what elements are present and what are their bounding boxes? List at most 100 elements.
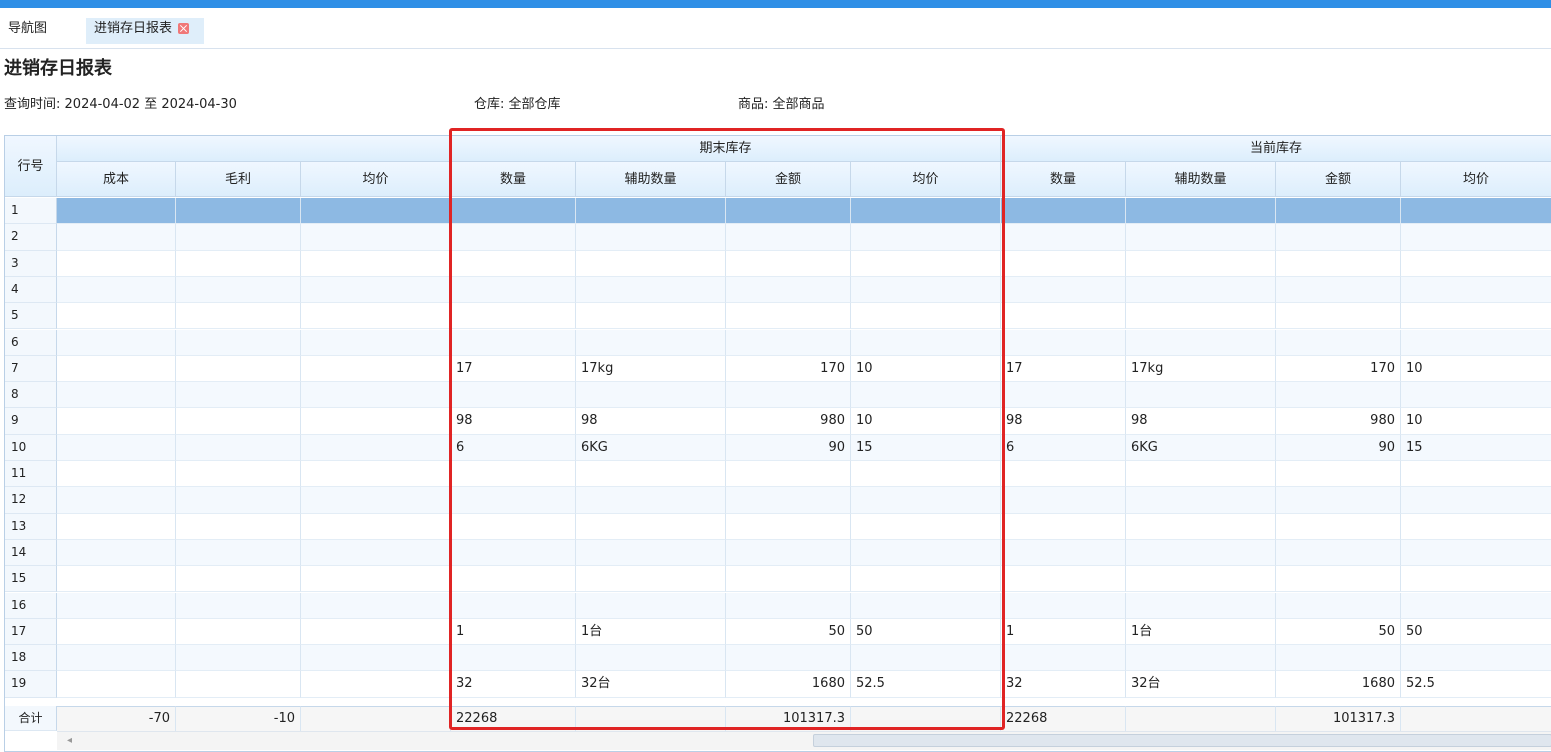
table-cell[interactable] xyxy=(1126,224,1276,251)
table-cell[interactable] xyxy=(576,513,726,540)
table-cell[interactable] xyxy=(301,329,451,356)
table-cell[interactable] xyxy=(1001,198,1126,225)
table-cell[interactable] xyxy=(451,329,576,356)
table-cell[interactable] xyxy=(851,276,1001,304)
column-header[interactable]: 毛利 xyxy=(176,162,301,197)
table-cell[interactable] xyxy=(176,671,301,698)
table-cell[interactable] xyxy=(301,250,451,277)
table-cell[interactable]: 98 xyxy=(576,408,726,435)
column-header[interactable]: 金额 xyxy=(726,162,851,197)
table-cell[interactable] xyxy=(451,645,576,672)
table-cell[interactable] xyxy=(1401,645,1551,672)
table-cell[interactable] xyxy=(576,224,726,251)
table-cell[interactable] xyxy=(1276,224,1401,251)
table-cell[interactable] xyxy=(57,461,176,488)
table-cell[interactable] xyxy=(1126,539,1276,567)
table-cell[interactable] xyxy=(1401,198,1551,225)
table-cell[interactable] xyxy=(576,645,726,672)
table-cell[interactable] xyxy=(1001,382,1126,409)
table-cell[interactable] xyxy=(57,671,176,698)
table-cell[interactable] xyxy=(57,566,176,593)
table-cell[interactable] xyxy=(1401,566,1551,593)
table-cell[interactable] xyxy=(576,250,726,277)
table-cell[interactable]: 980 xyxy=(726,408,851,435)
table-cell[interactable]: 32台 xyxy=(576,671,726,698)
table-cell[interactable] xyxy=(57,329,176,356)
table-cell[interactable] xyxy=(851,224,1001,251)
table-cell[interactable] xyxy=(1401,382,1551,409)
table-cell[interactable] xyxy=(851,487,1001,514)
table-cell[interactable] xyxy=(1001,645,1126,672)
table-cell[interactable]: 10 xyxy=(851,355,1001,383)
table-cell[interactable] xyxy=(851,566,1001,593)
table-cell[interactable] xyxy=(1001,276,1126,304)
table-cell[interactable]: 50 xyxy=(1401,619,1551,646)
table-cell[interactable] xyxy=(176,408,301,435)
table-cell[interactable] xyxy=(301,566,451,593)
table-cell[interactable] xyxy=(851,645,1001,672)
table-cell[interactable] xyxy=(301,355,451,383)
table-cell[interactable] xyxy=(451,382,576,409)
table-cell[interactable] xyxy=(576,487,726,514)
table-cell[interactable] xyxy=(451,592,576,619)
table-cell[interactable] xyxy=(576,198,726,225)
table-cell[interactable] xyxy=(1276,329,1401,356)
table-cell[interactable] xyxy=(1276,592,1401,619)
table-cell[interactable] xyxy=(301,434,451,461)
table-cell[interactable] xyxy=(1001,592,1126,619)
table-cell[interactable]: 6KG xyxy=(1126,434,1276,461)
table-cell[interactable] xyxy=(726,566,851,593)
table-cell[interactable] xyxy=(726,303,851,330)
table-cell[interactable] xyxy=(1401,276,1551,304)
table-cell[interactable]: 6 xyxy=(1001,434,1126,461)
table-cell[interactable] xyxy=(851,461,1001,488)
table-cell[interactable] xyxy=(301,618,451,646)
column-header[interactable]: 均价 xyxy=(1401,162,1551,197)
table-cell[interactable] xyxy=(726,461,851,488)
column-header[interactable]: 均价 xyxy=(301,162,451,197)
table-cell[interactable] xyxy=(176,592,301,619)
table-cell[interactable] xyxy=(1001,303,1126,330)
table-cell[interactable]: 32 xyxy=(451,671,576,698)
table-cell[interactable] xyxy=(301,513,451,540)
table-cell[interactable] xyxy=(576,382,726,409)
table-cell[interactable] xyxy=(726,198,851,225)
table-cell[interactable] xyxy=(1401,461,1551,488)
table-cell[interactable] xyxy=(851,303,1001,330)
table-cell[interactable] xyxy=(57,408,176,435)
table-cell[interactable]: 170 xyxy=(726,355,851,383)
table-cell[interactable]: 6KG xyxy=(576,434,726,461)
table-cell[interactable] xyxy=(1126,487,1276,514)
table-cell[interactable]: 1 xyxy=(451,618,576,646)
table-cell[interactable]: 17 xyxy=(1001,355,1126,383)
column-header[interactable]: 成本 xyxy=(57,162,176,197)
table-cell[interactable] xyxy=(301,276,451,304)
table-cell[interactable] xyxy=(301,487,451,514)
table-cell[interactable]: 98 xyxy=(1001,408,1126,435)
table-cell[interactable] xyxy=(176,513,301,540)
table-cell[interactable] xyxy=(576,276,726,304)
table-cell[interactable] xyxy=(1001,513,1126,540)
table-cell[interactable] xyxy=(57,645,176,672)
table-cell[interactable]: 1680 xyxy=(1276,671,1401,698)
table-cell[interactable] xyxy=(57,198,176,225)
table-cell[interactable] xyxy=(1126,566,1276,593)
table-cell[interactable] xyxy=(1276,461,1401,488)
table-cell[interactable] xyxy=(1401,514,1551,540)
table-cell[interactable]: 15 xyxy=(851,434,1001,461)
column-header[interactable]: 数量 xyxy=(1001,162,1126,197)
table-cell[interactable]: 50 xyxy=(851,618,1001,646)
table-cell[interactable] xyxy=(176,198,301,225)
table-cell[interactable]: 17kg xyxy=(1126,355,1276,383)
table-cell[interactable] xyxy=(301,645,451,672)
table-cell[interactable] xyxy=(1126,303,1276,330)
table-cell[interactable] xyxy=(57,276,176,304)
table-cell[interactable] xyxy=(1276,539,1401,567)
column-header[interactable]: 数量 xyxy=(451,162,576,197)
table-cell[interactable] xyxy=(1401,303,1551,330)
table-cell[interactable] xyxy=(1126,461,1276,488)
table-cell[interactable] xyxy=(851,592,1001,619)
table-cell[interactable] xyxy=(1401,539,1551,567)
table-cell[interactable] xyxy=(57,487,176,514)
table-cell[interactable] xyxy=(176,539,301,567)
